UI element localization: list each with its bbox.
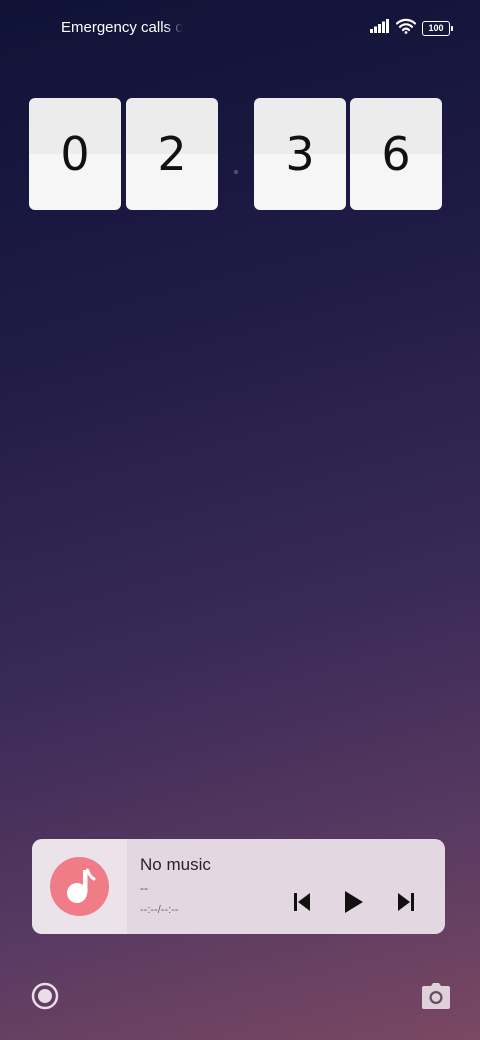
clock-minute-tens: 3	[254, 98, 346, 210]
next-icon[interactable]	[393, 889, 419, 915]
clock-hour-tens: 0	[29, 98, 121, 210]
record-icon[interactable]	[30, 981, 60, 1011]
play-icon[interactable]	[341, 889, 367, 915]
music-widget[interactable]: No music -- --:--/--:--	[32, 839, 445, 934]
camera-icon[interactable]	[421, 982, 451, 1010]
clock-minute-ones: 6	[350, 98, 442, 210]
playback-controls	[289, 889, 419, 915]
previous-icon[interactable]	[289, 889, 315, 915]
signal-icon	[370, 19, 390, 38]
album-art	[32, 839, 127, 934]
song-title: No music	[140, 855, 211, 874]
clock-separator	[234, 170, 238, 174]
flip-clock: 0 2 3 6	[29, 98, 443, 212]
music-note-icon	[50, 857, 109, 916]
song-artist: --	[140, 881, 148, 895]
wifi-icon	[395, 18, 417, 39]
carrier-status-text: Emergency calls only	[61, 19, 183, 36]
status-bar: Emergency calls only 100	[0, 0, 480, 56]
status-icons: 100	[370, 18, 453, 39]
song-time: --:--/--:--	[140, 904, 179, 916]
clock-hour-ones: 2	[126, 98, 218, 210]
battery-icon: 100	[422, 21, 453, 36]
